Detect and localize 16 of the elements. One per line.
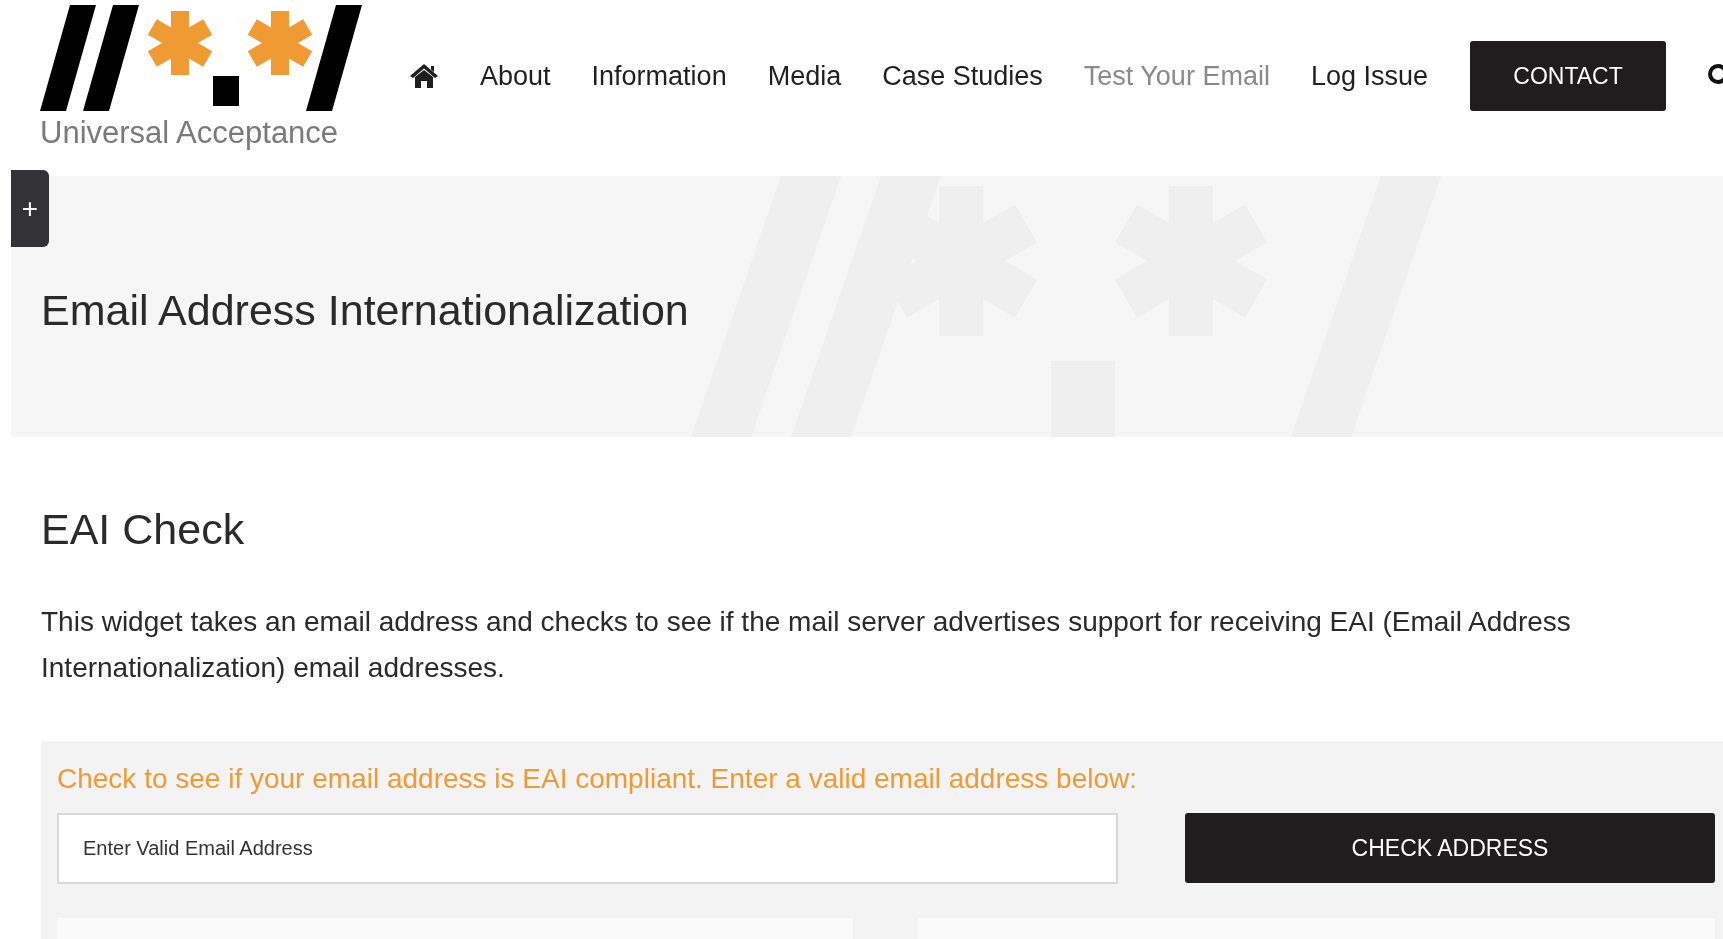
section-heading: EAI Check — [41, 505, 245, 554]
page-title: Email Address Internationalization — [41, 286, 689, 335]
contact-button[interactable]: CONTACT — [1470, 41, 1666, 111]
email-input-field[interactable]: Enter Valid Email Address — [57, 813, 1118, 884]
nav-link[interactable]: Information — [591, 60, 727, 92]
home-icon[interactable] — [409, 63, 439, 89]
nav-link[interactable]: Case Studies — [882, 60, 1043, 92]
nav-link[interactable]: Media — [767, 60, 842, 92]
check-address-button[interactable]: CHECK ADDRESS — [1185, 813, 1715, 883]
side-toggle-button[interactable]: + — [11, 170, 49, 247]
nav-link[interactable]: Log Issue — [1310, 60, 1428, 92]
check-prompt: Check to see if your email address is EAI compliant. Enter a valid email address below: — [57, 763, 1138, 795]
logo-icon — [40, 5, 362, 111]
section-description: This widget takes an email address and checks to see if the mail server advertises support for receiving EAI (Email Address Internationalization) email addresses. — [41, 605, 1572, 685]
logo-tagline: Universal Acceptance — [40, 114, 339, 152]
nav-link[interactable]: About — [480, 60, 551, 92]
